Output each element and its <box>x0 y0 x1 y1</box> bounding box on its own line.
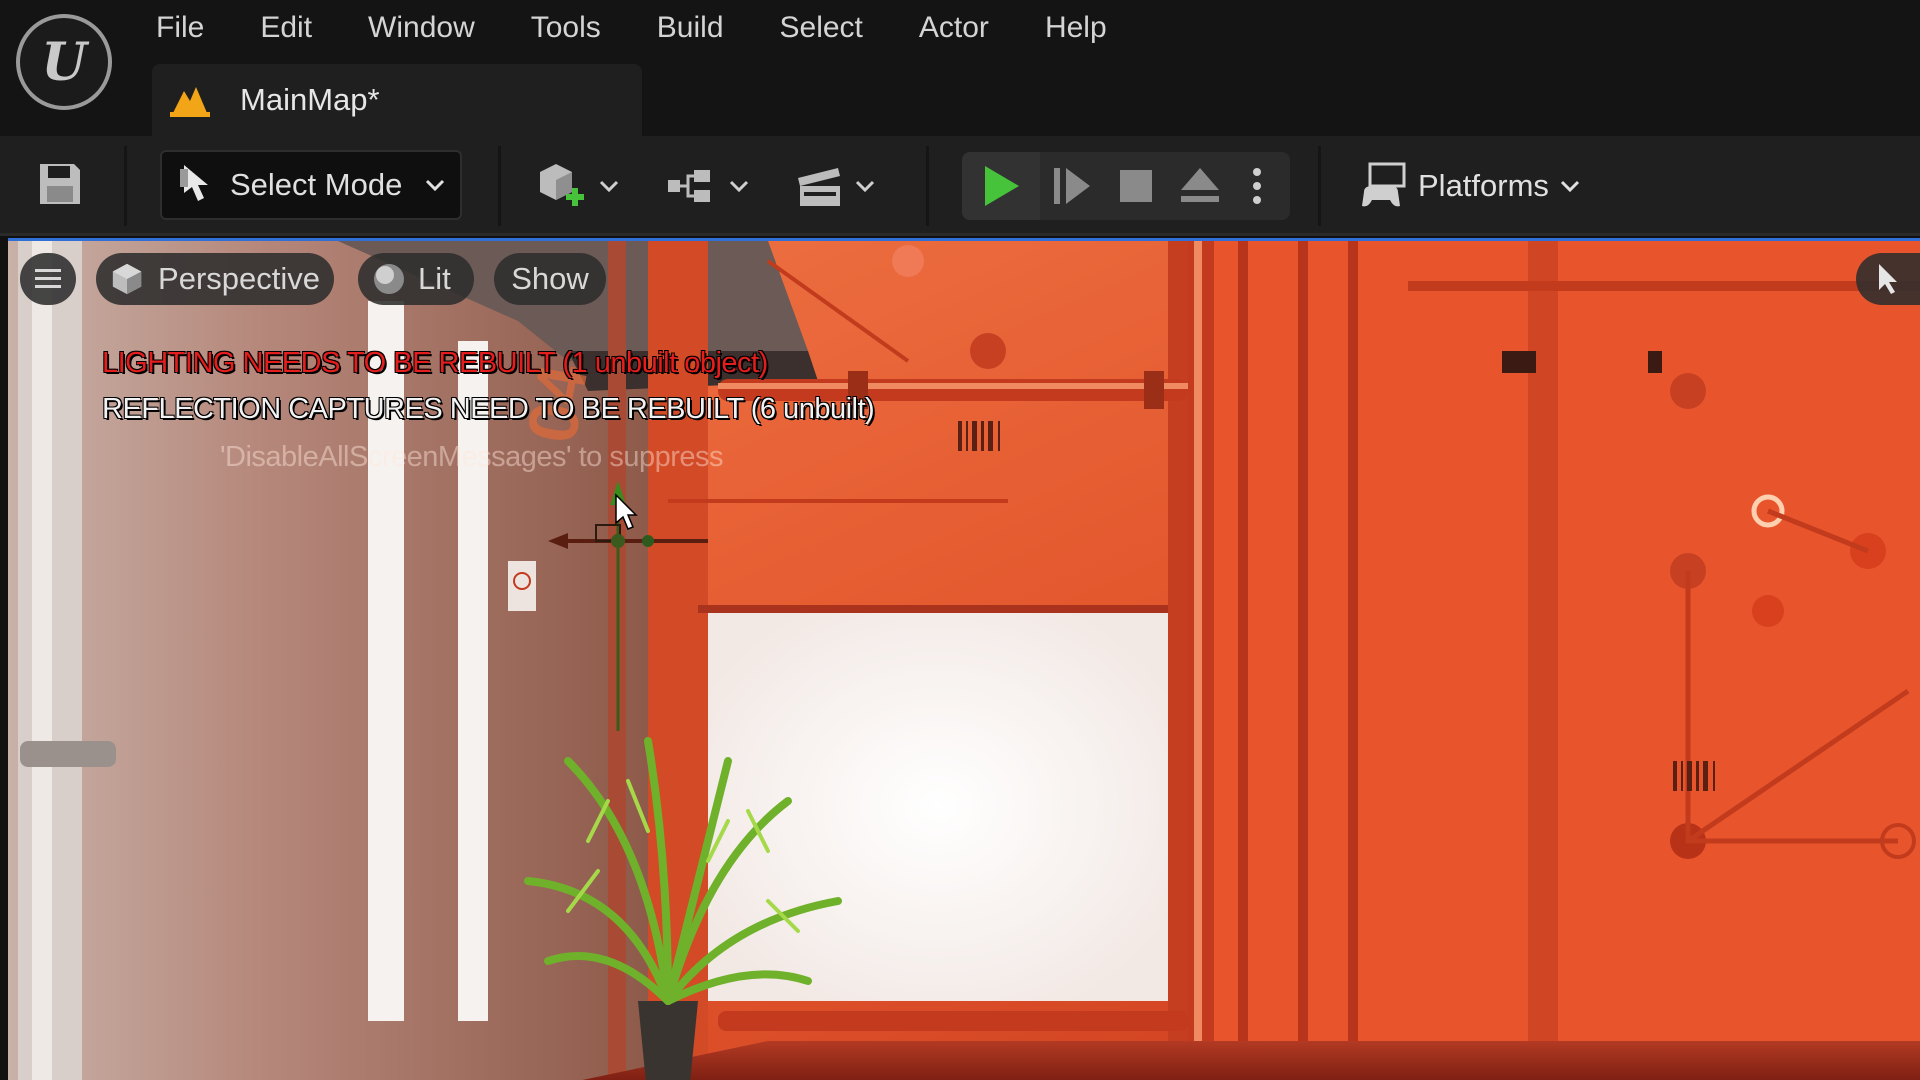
title-bar: U File Edit Window Tools Build Select Ac… <box>0 0 1920 136</box>
select-mode-label: Select Mode <box>230 167 403 202</box>
more-options-icon <box>1253 168 1261 204</box>
level-icon <box>170 87 210 117</box>
advance-frame-button[interactable] <box>1040 152 1104 220</box>
main-toolbar: Select Mode Platforms <box>0 136 1920 236</box>
menu-file[interactable]: File <box>128 0 232 56</box>
advance-frame-icon <box>1054 168 1090 204</box>
suppress-hint: 'DisableAllScreenMessages' to suppress <box>220 441 724 473</box>
perspective-label: Perspective <box>158 261 320 296</box>
toolbar-divider <box>124 146 127 226</box>
lit-label: Lit <box>418 261 451 296</box>
menu-window[interactable]: Window <box>340 0 503 56</box>
show-button[interactable]: Show <box>494 253 606 305</box>
chevron-down-icon <box>729 180 749 193</box>
viewport-menu-button[interactable] <box>20 253 76 305</box>
play-controls <box>962 152 1290 220</box>
tab-mainmap[interactable]: MainMap* <box>152 64 642 136</box>
level-viewport[interactable]: 04 Perspective Lit Show LIGHTING NEEDS T… <box>8 238 1920 1080</box>
menu-edit[interactable]: Edit <box>232 0 340 56</box>
play-button[interactable] <box>962 152 1040 220</box>
play-options-button[interactable] <box>1232 152 1282 220</box>
eject-button[interactable] <box>1168 152 1232 220</box>
cinematics-dropdown[interactable] <box>796 156 876 216</box>
stop-button[interactable] <box>1104 152 1168 220</box>
save-icon[interactable] <box>36 160 84 208</box>
chevron-down-icon <box>1560 180 1579 193</box>
toolbar-divider <box>498 146 501 226</box>
blueprint-icon <box>668 170 710 202</box>
show-label: Show <box>511 261 589 296</box>
lit-button[interactable]: Lit <box>358 253 474 305</box>
toolbar-divider <box>1318 146 1321 226</box>
eject-icon <box>1181 168 1219 202</box>
unreal-logo-icon[interactable]: U <box>16 14 112 110</box>
select-mode-dropdown[interactable]: Select Mode <box>160 150 462 220</box>
add-actor-dropdown[interactable] <box>536 156 620 216</box>
hamburger-icon <box>35 269 61 288</box>
lighting-rebuild-warning: LIGHTING NEEDS TO BE REBUILT (1 unbuilt … <box>102 347 768 379</box>
perspective-button[interactable]: Perspective <box>96 253 334 305</box>
stop-icon <box>1120 170 1152 202</box>
menu-build[interactable]: Build <box>629 0 752 56</box>
chevron-down-icon <box>855 180 875 193</box>
menu-actor[interactable]: Actor <box>891 0 1017 56</box>
menu-help[interactable]: Help <box>1017 0 1135 56</box>
add-actor-icon <box>540 164 584 206</box>
platforms-gamepad-icon <box>1362 162 1406 207</box>
play-icon <box>985 166 1019 206</box>
chevron-down-icon <box>426 179 445 192</box>
menu-select[interactable]: Select <box>752 0 891 56</box>
tab-title: MainMap* <box>240 82 380 117</box>
lit-sphere-icon <box>374 264 404 294</box>
viewport-select-tool-button[interactable] <box>1856 253 1920 305</box>
cube-icon <box>112 263 142 295</box>
clapperboard-icon <box>798 168 840 206</box>
blueprints-dropdown[interactable] <box>666 156 750 216</box>
menu-tools[interactable]: Tools <box>503 0 629 56</box>
chevron-down-icon <box>599 180 619 193</box>
menu-bar: File Edit Window Tools Build Select Acto… <box>128 0 1135 56</box>
reflection-rebuild-warning: REFLECTION CAPTURES NEED TO BE REBUILT (… <box>102 393 875 425</box>
platforms-dropdown[interactable]: Platforms <box>1360 156 1581 216</box>
toolbar-divider <box>926 146 929 226</box>
cursor-arrow-icon <box>1879 264 1897 294</box>
select-cursor-icon <box>180 165 208 201</box>
platforms-label: Platforms <box>1418 168 1549 203</box>
